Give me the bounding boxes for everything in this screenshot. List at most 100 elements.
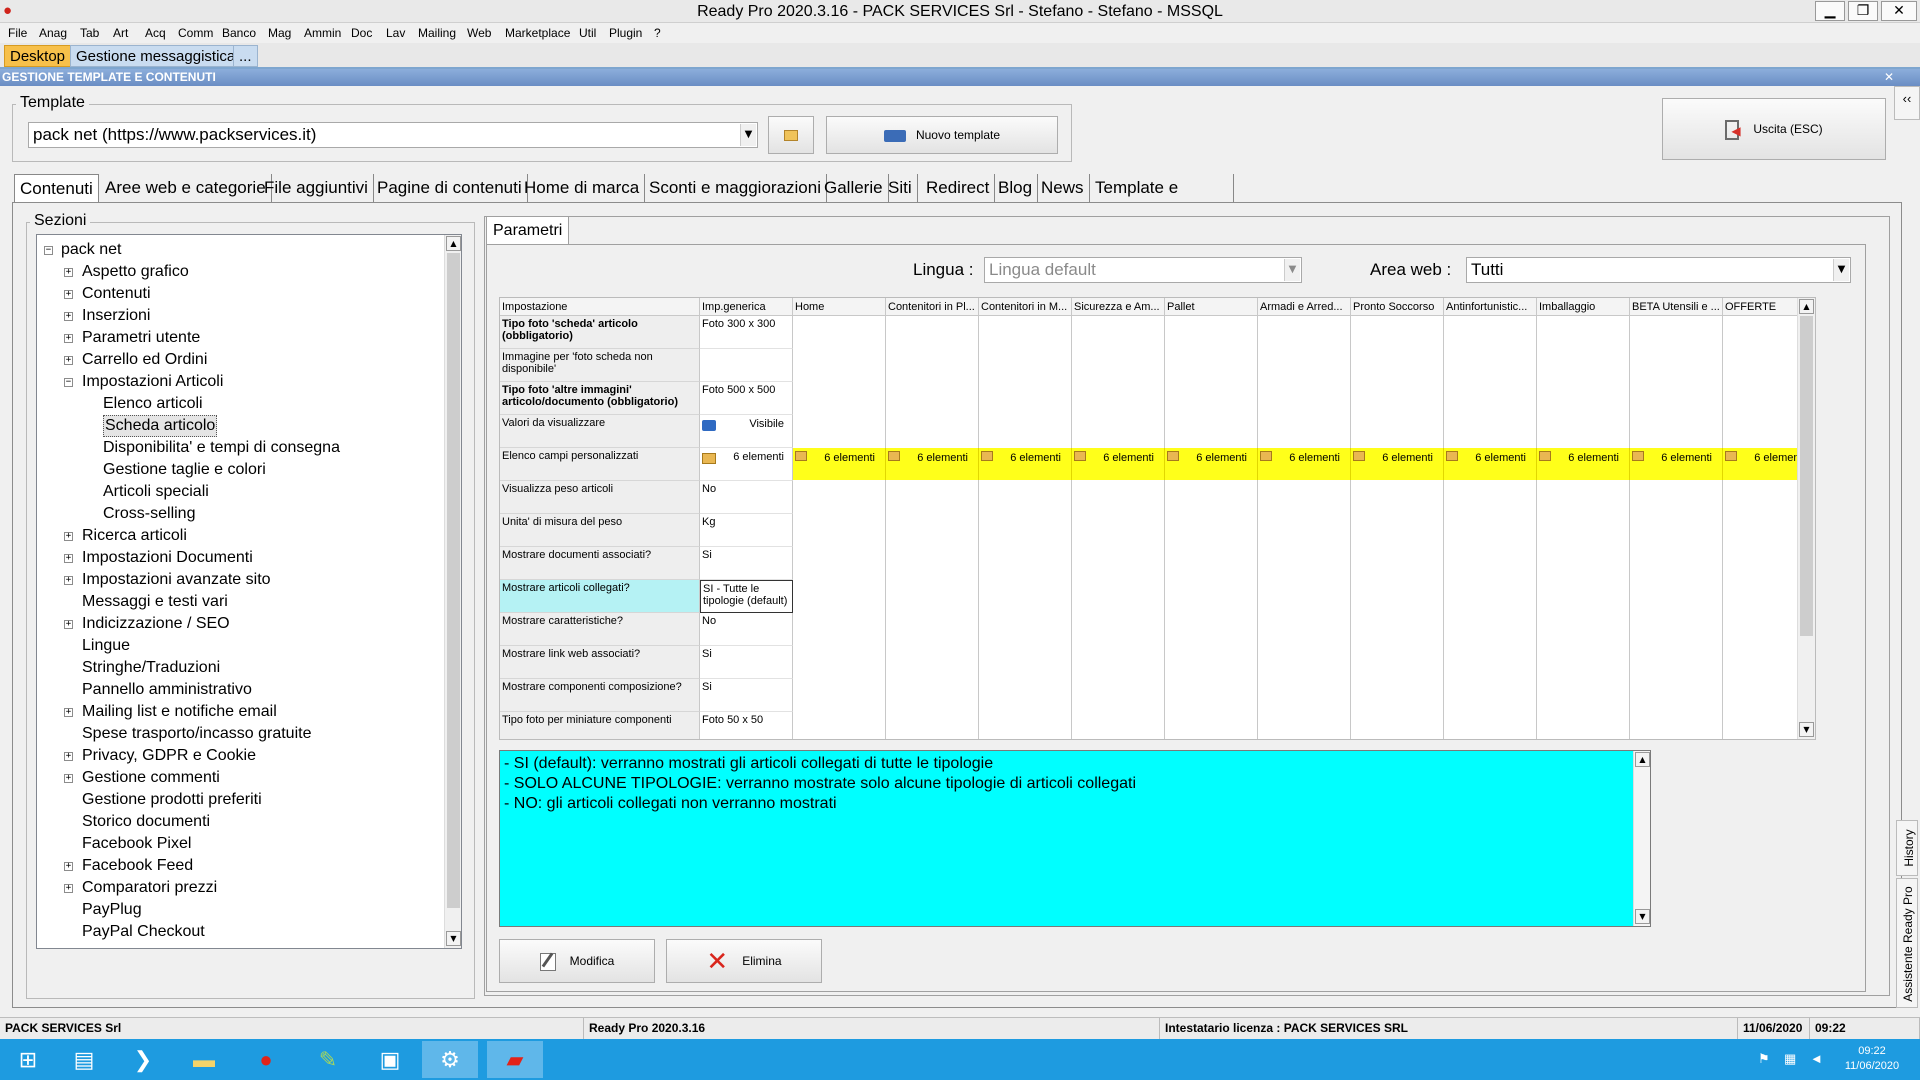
tree-item[interactable]: Contenuti <box>82 283 151 305</box>
tab-desktop[interactable]: Desktop <box>4 45 72 67</box>
tree-item[interactable]: PayPlug <box>82 899 142 921</box>
notepad-icon[interactable]: ✎ <box>300 1041 356 1078</box>
tab-pagine-contenuti[interactable]: Pagine di contenuti <box>372 174 528 202</box>
menu-util[interactable]: Util <box>579 23 596 43</box>
menu-plugin[interactable]: Plugin <box>609 23 642 43</box>
tree-item[interactable]: Elenco articoli <box>103 393 203 415</box>
tree-item[interactable]: Facebook Pixel <box>82 833 191 855</box>
grid-header[interactable]: Imballaggio <box>1537 298 1630 316</box>
restore-button[interactable]: ❐ <box>1848 1 1878 21</box>
tab-more[interactable]: ... <box>233 45 258 67</box>
grid-row-value[interactable]: Si <box>700 679 793 712</box>
tree-item[interactable]: Disponibilita' e tempi di consegna <box>103 437 340 459</box>
scroll-down-icon[interactable]: ▼ <box>446 931 461 946</box>
menu-comm[interactable]: Comm <box>178 23 213 43</box>
grid-row-label[interactable]: Mostrare documenti associati? <box>500 547 700 580</box>
open-folder-button[interactable] <box>768 116 814 154</box>
grid-row-value[interactable]: Visibile <box>700 415 793 448</box>
tree-item[interactable]: Impostazioni Documenti <box>82 547 253 569</box>
template-select[interactable]: pack net (https://www.packservices.it) ▼ <box>28 122 758 148</box>
grid-row-value[interactable]: Si <box>700 646 793 679</box>
custom-fields-cell[interactable]: 6 elementi <box>886 448 979 480</box>
tab-sconti[interactable]: Sconti e maggiorazioni <box>644 174 827 202</box>
tree-item[interactable]: Indicizzazione / SEO <box>82 613 230 635</box>
tree-item[interactable]: Scheda articolo <box>103 415 218 437</box>
scroll-up-icon[interactable]: ▲ <box>446 236 461 251</box>
close-section-icon[interactable]: ✕ <box>1884 69 1894 86</box>
scroll-thumb[interactable] <box>447 253 460 908</box>
tree-collapse-icon[interactable]: − <box>44 246 53 255</box>
tab-gestione-messaggistica[interactable]: Gestione messaggistica <box>70 45 242 67</box>
tree-expand-icon[interactable]: + <box>64 554 73 563</box>
tab-aree-web[interactable]: Aree web e categorie <box>100 174 272 202</box>
exit-button[interactable]: ◀ Uscita (ESC) <box>1662 98 1886 160</box>
tray-flag-icon[interactable]: ⚑ <box>1758 1051 1770 1067</box>
grid-header[interactable]: Sicurezza e Am... <box>1072 298 1165 316</box>
grid-row-value[interactable]: 6 elementi <box>700 448 793 481</box>
collapse-panel-icon[interactable]: ‹‹ <box>1894 86 1920 120</box>
history-side-tab[interactable]: History <box>1896 820 1918 876</box>
grid-row-value[interactable]: No <box>700 613 793 646</box>
tree-item[interactable]: Inserzioni <box>82 305 150 327</box>
tree-item[interactable]: Articoli speciali <box>103 481 209 503</box>
grid-row-value[interactable]: Si <box>700 547 793 580</box>
grid-row-label[interactable]: Valori da visualizzare <box>500 415 700 448</box>
powershell-icon[interactable]: ❯ <box>115 1041 171 1078</box>
tab-blog[interactable]: Blog <box>993 174 1039 202</box>
grid-header[interactable]: Pronto Soccorso <box>1351 298 1444 316</box>
tree-collapse-icon[interactable]: − <box>64 378 73 387</box>
menu-acq[interactable]: Acq <box>145 23 166 43</box>
tree-item[interactable]: Pannello amministrativo <box>82 679 252 701</box>
menu-web[interactable]: Web <box>467 23 491 43</box>
menu-mag[interactable]: Mag <box>268 23 291 43</box>
tree-root[interactable]: pack net <box>61 239 121 261</box>
minimize-button[interactable]: ▁ <box>1815 1 1845 21</box>
tree-item[interactable]: Gestione prodotti preferiti <box>82 789 262 811</box>
menu-ammin[interactable]: Ammin <box>304 23 341 43</box>
chevron-down-icon[interactable]: ▼ <box>1284 259 1300 281</box>
grid-row-value[interactable]: Foto 50 x 50 <box>700 712 793 739</box>
close-button[interactable]: ✕ <box>1881 1 1917 21</box>
tree-item[interactable]: Carrello ed Ordini <box>82 349 207 371</box>
grid-header[interactable]: Pallet <box>1165 298 1258 316</box>
custom-fields-cell[interactable]: 6 elementi <box>1072 448 1165 480</box>
grid-header[interactable]: Antinfortunistic... <box>1444 298 1537 316</box>
menu-banco[interactable]: Banco <box>222 23 256 43</box>
pdf-reader-icon[interactable]: ▰ <box>487 1041 543 1078</box>
menu-mailing[interactable]: Mailing <box>418 23 456 43</box>
tree-expand-icon[interactable]: + <box>64 290 73 299</box>
menu-art[interactable]: Art <box>113 23 128 43</box>
tree-item[interactable]: Spese trasporto/incasso gratuite <box>82 723 311 745</box>
tree-expand-icon[interactable]: + <box>64 532 73 541</box>
scroll-thumb[interactable] <box>1800 316 1813 636</box>
tab-home-marca[interactable]: Home di marca <box>519 174 646 202</box>
grid-header[interactable]: BETA Utensili e ... <box>1630 298 1723 316</box>
tree-item[interactable]: Impostazioni avanzate sito <box>82 569 271 591</box>
tree-expand-icon[interactable]: + <box>64 752 73 761</box>
tree-expand-icon[interactable]: + <box>64 862 73 871</box>
tab-redirect[interactable]: Redirect <box>921 174 996 202</box>
grid-row-label[interactable]: Elenco campi personalizzati <box>500 448 700 481</box>
readypro-icon[interactable]: ● <box>238 1041 294 1078</box>
grid-row-label[interactable]: Mostrare caratteristiche? <box>500 613 700 646</box>
grid-row-label[interactable]: Tipo foto 'altre immagini' articolo/docu… <box>500 382 700 415</box>
scroll-down-icon[interactable]: ▼ <box>1635 909 1650 924</box>
grid-row-value[interactable]: Kg <box>700 514 793 547</box>
scroll-down-icon[interactable]: ▼ <box>1799 722 1814 737</box>
new-template-button[interactable]: Nuovo template <box>826 116 1058 154</box>
tab-news[interactable]: News <box>1036 174 1090 202</box>
custom-fields-cell[interactable]: 6 elementi <box>1444 448 1537 480</box>
tree-expand-icon[interactable]: + <box>64 884 73 893</box>
grid-header[interactable]: Contenitori in M... <box>979 298 1072 316</box>
tab-template-plugins[interactable]: Template e plugins <box>1090 174 1234 225</box>
custom-fields-cell[interactable]: 6 elementi <box>793 448 886 480</box>
tree-scrollbar[interactable]: ▲ ▼ <box>444 235 461 948</box>
custom-fields-cell[interactable]: 6 elementi <box>1630 448 1723 480</box>
tree-expand-icon[interactable]: + <box>64 708 73 717</box>
tree-item[interactable]: Comparatori prezzi <box>82 877 217 899</box>
tree-item[interactable]: Aspetto grafico <box>82 261 189 283</box>
scroll-up-icon[interactable]: ▲ <box>1635 752 1650 767</box>
grid-row-value[interactable]: Foto 300 x 300 <box>700 316 793 349</box>
custom-fields-cell[interactable]: 6 elementi <box>979 448 1072 480</box>
chevron-down-icon[interactable]: ▼ <box>1833 259 1849 281</box>
